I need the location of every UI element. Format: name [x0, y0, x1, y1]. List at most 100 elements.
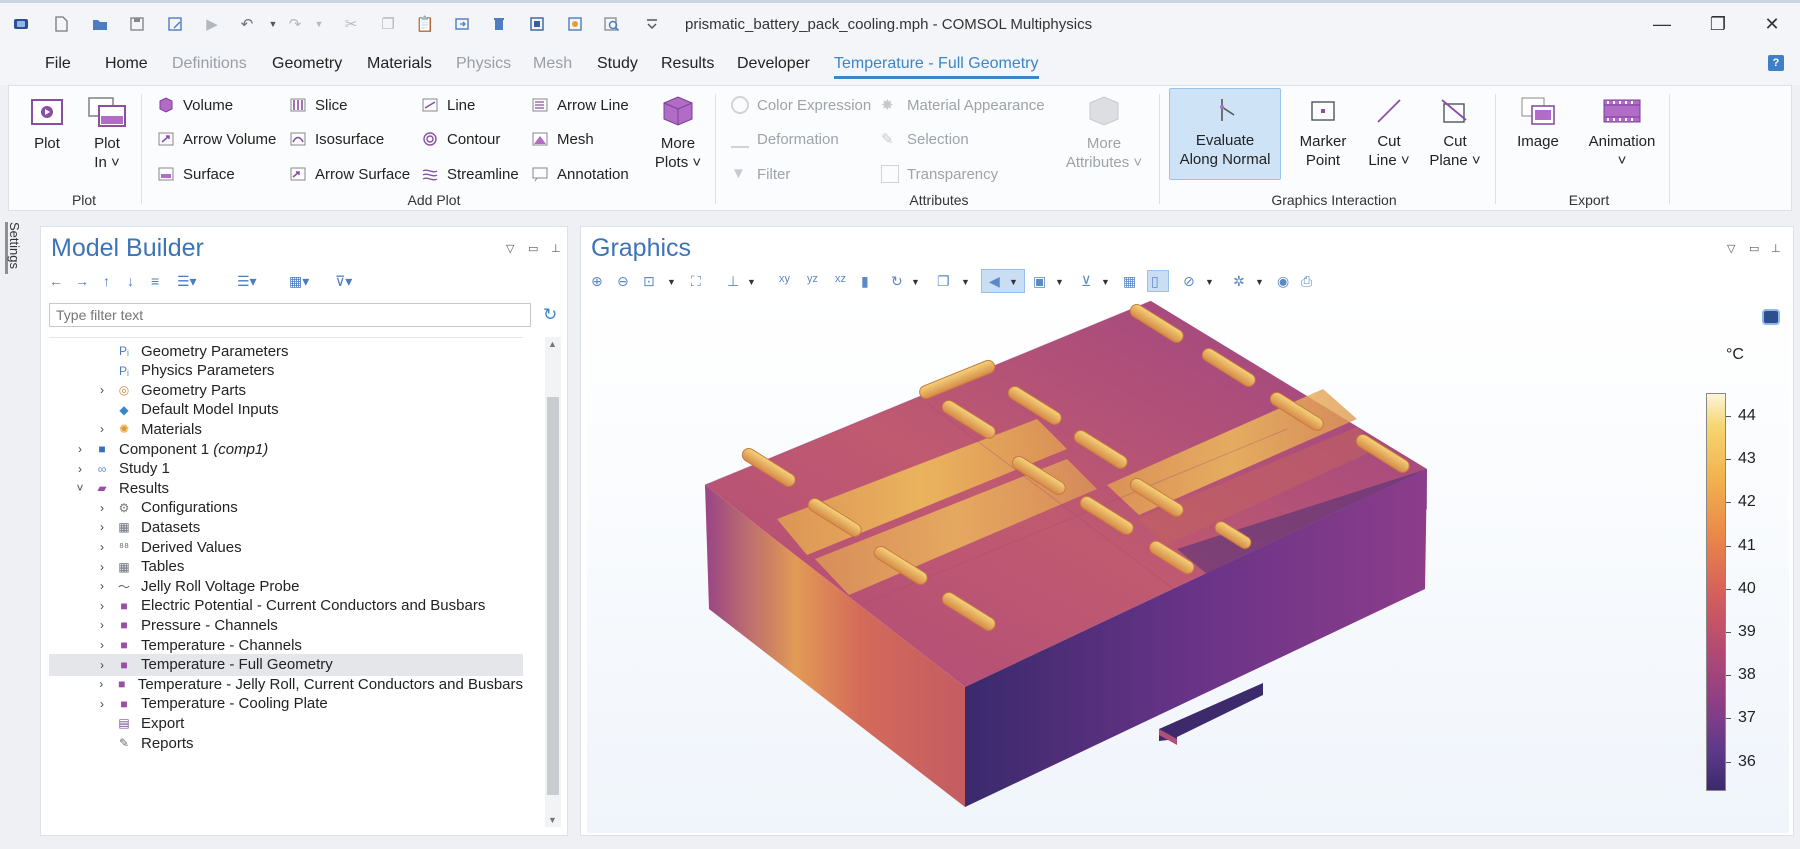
view-xy-icon[interactable]: xy — [779, 273, 790, 285]
more-plots-button[interactable]: More Plots ˅ — [645, 94, 711, 172]
zoom-box-icon[interactable]: ⊡ — [643, 273, 655, 290]
menu-physics[interactable]: Physics — [456, 55, 511, 73]
menu-mesh[interactable]: Mesh — [533, 55, 572, 73]
tree-expander-icon[interactable]: ˅ — [73, 481, 87, 495]
move-up-icon[interactable]: ↑ — [103, 273, 110, 289]
transparency-dropdown-icon[interactable]: ▼ — [1055, 277, 1064, 287]
tree-expander-icon[interactable]: › — [73, 442, 87, 456]
graphics-panel-pin-icon[interactable]: ⊥ — [1771, 242, 1781, 255]
rotate-icon[interactable]: ↻ — [891, 273, 903, 290]
go-to-view-icon[interactable]: ▮ — [861, 273, 869, 290]
zoom-out-icon[interactable]: ⊖ — [617, 273, 629, 290]
menu-file[interactable]: File — [45, 55, 71, 73]
graphics-canvas[interactable] — [587, 299, 1789, 833]
scroll-up-icon[interactable]: ▲ — [548, 339, 557, 349]
arrow-volume-button[interactable]: Arrow Volume — [157, 130, 276, 148]
view-dropdown-icon[interactable]: ▼ — [747, 277, 756, 287]
volume-button[interactable]: Volume — [157, 96, 233, 114]
cut-line-button[interactable]: Cut Line ˅ — [1361, 96, 1417, 170]
scene-light-dropdown-icon[interactable]: ▼ — [1009, 277, 1018, 287]
color-expression-button[interactable]: Color Expression — [731, 96, 871, 114]
graphics-panel-minimize-icon[interactable]: ▭ — [1749, 242, 1759, 255]
tree-expander-icon[interactable]: › — [95, 677, 108, 691]
coordinate-system-icon[interactable]: ⊻ — [1081, 273, 1091, 290]
tree-scrollbar[interactable]: ▲ ▼ — [545, 337, 561, 827]
arrow-line-button[interactable]: Arrow Line — [531, 96, 629, 114]
tree-expander-icon[interactable]: › — [95, 618, 109, 632]
scene-light-icon[interactable]: ◀ — [989, 273, 1000, 290]
streamline-button[interactable]: Streamline — [421, 165, 519, 183]
evaluate-along-normal-button[interactable]: Evaluate Along Normal — [1169, 88, 1281, 180]
selection-mode-dropdown-icon[interactable]: ▼ — [1205, 277, 1214, 287]
slice-button[interactable]: Slice — [289, 96, 348, 114]
menu-temperature-full-geometry[interactable]: Temperature - Full Geometry — [834, 55, 1039, 79]
plot-in-button[interactable]: Plot In ˅ — [81, 96, 133, 172]
tree-node[interactable]: ✎ Reports — [49, 732, 523, 754]
delete-icon[interactable] — [490, 15, 508, 33]
menu-definitions[interactable]: Definitions — [172, 55, 247, 73]
tree-expander-icon[interactable]: › — [95, 599, 109, 613]
transparency-button[interactable]: Transparency — [881, 165, 998, 183]
graphics-panel-menu-icon[interactable]: ▽ — [1727, 242, 1735, 255]
filter-button[interactable]: ▼ Filter — [731, 165, 790, 183]
open-icon[interactable] — [91, 15, 109, 33]
show-legends-icon[interactable]: ▯ — [1151, 273, 1159, 290]
menu-home[interactable]: Home — [105, 55, 148, 73]
tree-expander-icon[interactable]: › — [73, 462, 87, 476]
expand-sections-icon[interactable]: ☰▾ — [177, 273, 197, 290]
tree-expander-icon[interactable]: › — [95, 658, 109, 672]
image-export-button[interactable]: Image — [1511, 96, 1565, 151]
material-appearance-button[interactable]: ✸ Material Appearance — [881, 96, 1045, 115]
copy-icon[interactable]: ❐ — [379, 15, 397, 33]
menu-study[interactable]: Study — [597, 55, 638, 73]
selection-mode-icon[interactable]: ⊘ — [1183, 273, 1195, 290]
render-icon[interactable]: ✲ — [1233, 273, 1245, 290]
contour-button[interactable]: Contour — [421, 130, 500, 148]
zoom-in-icon[interactable]: ⊕ — [591, 273, 603, 290]
save-as-icon[interactable] — [166, 15, 184, 33]
show-icon[interactable]: ≡ — [151, 273, 159, 289]
view-yz-icon[interactable]: yz — [807, 273, 818, 285]
menu-materials[interactable]: Materials — [367, 55, 432, 73]
refresh-icon[interactable]: ↻ — [543, 305, 557, 325]
undo-icon[interactable]: ↶ — [238, 15, 256, 33]
panel-pin-icon[interactable]: ⊥ — [551, 242, 561, 255]
transparency-toggle-icon[interactable]: ▣ — [1033, 273, 1046, 290]
marker-point-button[interactable]: Marker Point — [1293, 96, 1353, 170]
save-icon[interactable] — [128, 15, 146, 33]
tree-filter-input[interactable] — [49, 303, 531, 327]
copy-view-dropdown-icon[interactable]: ▼ — [961, 277, 970, 287]
annotation-button[interactable]: Annotation — [531, 165, 629, 183]
filter-options-icon[interactable]: ⊽▾ — [335, 273, 352, 290]
duplicate-icon[interactable] — [453, 15, 471, 33]
wizard-icon[interactable] — [566, 15, 584, 33]
view-xz-icon[interactable]: xz — [835, 273, 846, 285]
help-icon[interactable]: ? — [1768, 55, 1784, 71]
zoom-extents-icon[interactable]: ⛶ — [691, 273, 701, 290]
scroll-down-icon[interactable]: ▼ — [548, 815, 557, 825]
close-button[interactable]: ✕ — [1760, 13, 1784, 35]
move-down-icon[interactable]: ↓ — [127, 273, 134, 289]
copy-view-icon[interactable]: ❐ — [937, 273, 950, 290]
cut-icon[interactable]: ✂ — [342, 15, 360, 33]
plot-button[interactable]: Plot — [21, 96, 73, 153]
collapse-icon[interactable]: ☰▾ — [237, 273, 257, 290]
select-icon[interactable] — [528, 15, 546, 33]
forward-icon[interactable]: → — [75, 273, 89, 289]
panel-minimize-icon[interactable]: ▭ — [528, 242, 538, 255]
isosurface-button[interactable]: Isosurface — [289, 130, 384, 148]
customize-toolbar-icon[interactable] — [643, 15, 661, 33]
tree-expander-icon[interactable]: › — [95, 501, 109, 515]
redo-icon[interactable]: ↷ — [286, 15, 304, 33]
restore-button[interactable]: ❐ — [1706, 13, 1730, 35]
settings-side-tab[interactable]: Settings — [5, 222, 27, 278]
app-icon[interactable] — [12, 15, 30, 33]
zoom-dropdown-icon[interactable]: ▼ — [667, 277, 676, 287]
redo-dropdown-icon[interactable]: ▼ — [310, 15, 328, 33]
tree-expander-icon[interactable]: › — [95, 383, 109, 397]
surface-button[interactable]: Surface — [157, 165, 235, 183]
cut-plane-button[interactable]: Cut Plane ˅ — [1425, 96, 1485, 170]
table-options-icon[interactable]: ▦▾ — [289, 273, 309, 290]
selection-button[interactable]: ✎ Selection — [881, 130, 969, 149]
panel-menu-icon[interactable]: ▽ — [506, 242, 514, 255]
